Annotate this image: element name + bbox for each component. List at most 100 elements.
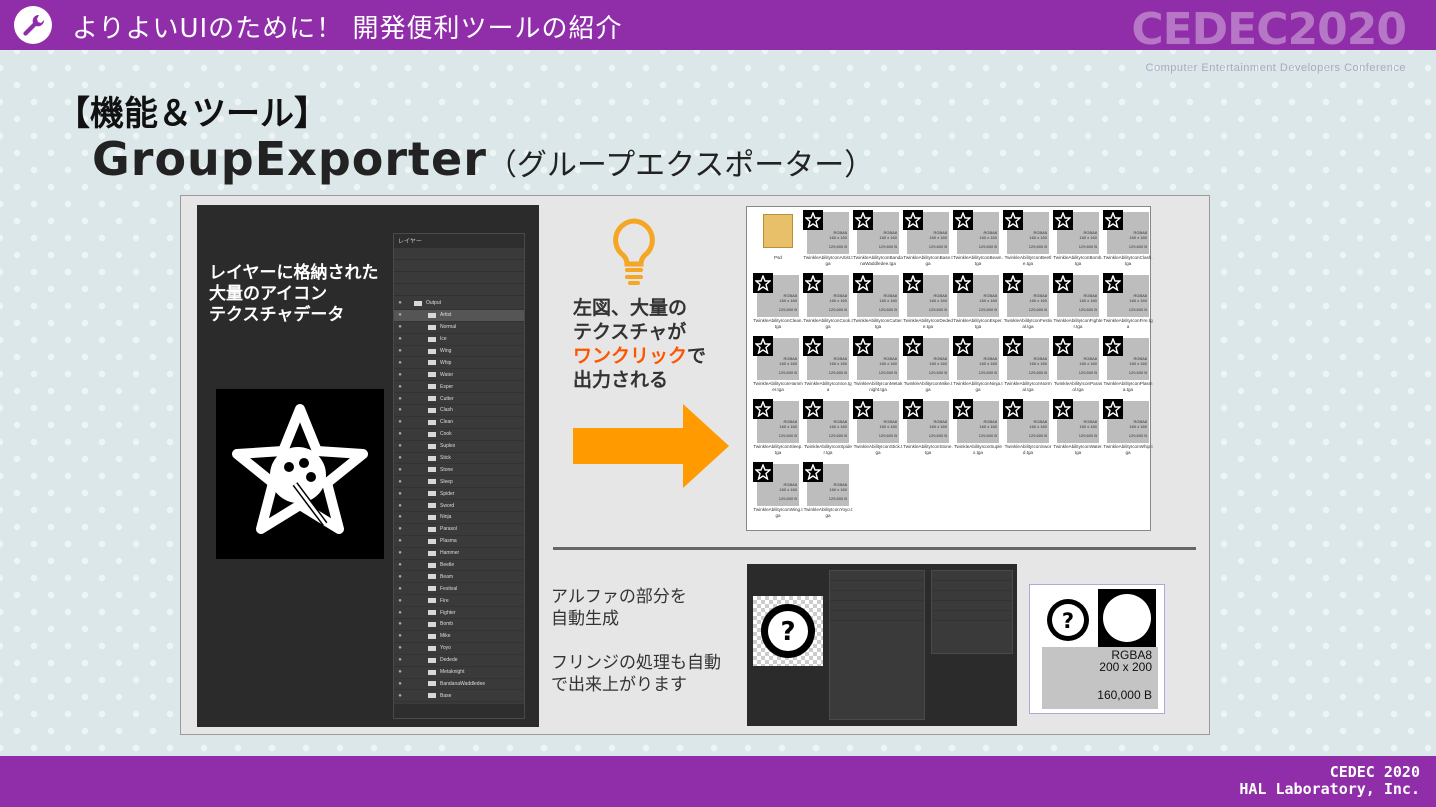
layer-row[interactable]: ● Ninja: [394, 512, 524, 524]
layer-row[interactable]: ● Fire: [394, 595, 524, 608]
layer-row[interactable]: ● BandanaWaddledee: [394, 679, 524, 691]
eye-icon[interactable]: ●: [394, 550, 406, 556]
layer-row[interactable]: ● Spider: [394, 488, 524, 501]
layer-row[interactable]: ● Stone: [394, 464, 524, 477]
layer-row[interactable]: ● Artist: [394, 309, 524, 322]
eye-icon[interactable]: ●: [394, 312, 406, 318]
file-item[interactable]: RGBA8 160 x 160 129,600 B TwinkleAbilityIco…: [753, 462, 803, 524]
file-item[interactable]: RGBA8 160 x 160 129,600 B TwinkleAbilityIco…: [1053, 273, 1103, 335]
eye-icon[interactable]: ●: [394, 610, 406, 616]
layer-row[interactable]: ● Festival: [394, 583, 524, 596]
layer-row[interactable]: ● Cutter: [394, 393, 524, 406]
layers-tab[interactable]: レイヤー: [394, 234, 524, 248]
eye-icon[interactable]: ●: [394, 443, 406, 449]
layer-row[interactable]: ● Fighter: [394, 607, 524, 620]
layer-row-output[interactable]: ● Output: [394, 298, 524, 310]
layer-row[interactable]: ● Sleep: [394, 476, 524, 489]
layer-row[interactable]: ● Clean: [394, 417, 524, 429]
layer-row[interactable]: ● Bomb: [394, 619, 524, 631]
eye-icon[interactable]: ●: [394, 407, 406, 413]
eye-icon[interactable]: ●: [394, 657, 406, 663]
layer-row[interactable]: ● Beam: [394, 571, 524, 584]
file-item[interactable]: RGBA8 160 x 160 129,600 B TwinkleAbilityIco…: [803, 399, 852, 461]
file-item[interactable]: RGBA8 160 x 160 129,600 B TwinkleAbilityIco…: [853, 273, 903, 335]
file-item[interactable]: RGBA8 160 x 160 129,600 B TwinkleAbilityIco…: [903, 399, 953, 461]
file-item[interactable]: RGBA8 160 x 160 129,600 B TwinkleAbilityIco…: [803, 273, 853, 335]
file-item[interactable]: RGBA8 160 x 160 129,600 B TwinkleAbilityIco…: [853, 210, 903, 272]
layer-row[interactable]: ● Dedede: [394, 655, 524, 667]
file-item[interactable]: RGBA8 160 x 160 129,600 B TwinkleAbilityIco…: [953, 336, 1003, 398]
layer-row[interactable]: ● Mike: [394, 631, 524, 643]
layer-row[interactable]: ● Yoyo: [394, 643, 524, 655]
file-item[interactable]: RGBA8 160 x 160 129,600 B TwinkleAbilityIco…: [803, 210, 853, 272]
layer-row[interactable]: ● Parasol: [394, 524, 524, 536]
file-item[interactable]: RGBA8 160 x 160 129,600 B TwinkleAbilityIco…: [1003, 273, 1052, 335]
layer-row[interactable]: ● Hammer: [394, 548, 524, 560]
file-item[interactable]: RGBA8 160 x 160 129,600 B TwinkleAbilityIco…: [1103, 210, 1153, 272]
file-item[interactable]: RGBA8 160 x 160 129,600 B TwinkleAbilityIco…: [803, 462, 852, 524]
file-item[interactable]: RGBA8 160 x 160 129,600 B TwinkleAbilityIco…: [1003, 210, 1051, 272]
file-item[interactable]: RGBA8 160 x 160 129,600 B TwinkleAbilityIco…: [903, 336, 952, 398]
file-item[interactable]: RGBA8 160 x 160 129,600 B TwinkleAbilityIco…: [753, 336, 803, 398]
file-item[interactable]: RGBA8 160 x 160 129,600 B TwinkleAbilityIco…: [1003, 336, 1052, 398]
channels-panel[interactable]: [931, 570, 1013, 654]
file-item[interactable]: RGBA8 160 x 160 129,600 B TwinkleAbilityIco…: [1053, 336, 1102, 398]
file-item[interactable]: RGBA8 160 x 160 129,600 B TwinkleAbilityIco…: [853, 399, 902, 461]
eye-icon[interactable]: ●: [394, 503, 406, 509]
file-item[interactable]: RGBA8 160 x 160 129,600 B TwinkleAbilityIco…: [953, 399, 1002, 461]
folder-item[interactable]: Psd: [753, 210, 799, 272]
eye-icon[interactable]: ●: [394, 479, 406, 485]
eye-icon[interactable]: ●: [394, 431, 406, 437]
eye-icon[interactable]: ●: [394, 348, 406, 354]
layer-row[interactable]: ● Whip: [394, 357, 524, 370]
file-item[interactable]: RGBA8 160 x 160 129,600 B TwinkleAbilityIco…: [953, 210, 1003, 272]
eye-icon[interactable]: ●: [394, 562, 406, 568]
eye-icon[interactable]: ●: [394, 598, 406, 604]
eye-icon[interactable]: ●: [394, 693, 406, 699]
layer-row[interactable]: ● Sword: [394, 500, 524, 513]
layer-row[interactable]: ● Cook: [394, 429, 524, 441]
file-item[interactable]: RGBA8 160 x 160 129,600 B TwinkleAbilityIco…: [753, 399, 803, 461]
layer-row[interactable]: ● Suplex: [394, 441, 524, 453]
eye-icon[interactable]: ●: [394, 467, 406, 473]
file-item[interactable]: RGBA8 160 x 160 129,600 B TwinkleAbilityIco…: [953, 273, 1003, 335]
layer-row[interactable]: ● Water: [394, 369, 524, 382]
eye-icon[interactable]: ●: [394, 633, 406, 639]
eye-icon[interactable]: ●: [394, 491, 406, 497]
layers-panel-small[interactable]: [829, 570, 925, 720]
file-item[interactable]: RGBA8 160 x 160 129,600 B TwinkleAbilityIco…: [1103, 273, 1153, 335]
eye-icon[interactable]: ●: [394, 681, 406, 687]
layer-row[interactable]: ● Base: [394, 690, 524, 703]
file-item[interactable]: RGBA8 160 x 160 129,600 B TwinkleAbilityIco…: [853, 336, 902, 398]
file-item[interactable]: RGBA8 160 x 160 129,600 B TwinkleAbilityIco…: [903, 210, 953, 272]
layer-row[interactable]: ● Ice: [394, 334, 524, 346]
file-item[interactable]: RGBA8 160 x 160 129,600 B TwinkleAbilityIco…: [903, 273, 953, 335]
layer-row[interactable]: ● Plasma: [394, 536, 524, 548]
eye-icon[interactable]: ●: [394, 669, 406, 675]
eye-icon[interactable]: ●: [394, 336, 406, 342]
layer-row[interactable]: ● Metaknight: [394, 667, 524, 679]
eye-icon[interactable]: ●: [394, 300, 406, 306]
eye-icon[interactable]: ●: [394, 586, 406, 592]
layer-row[interactable]: ● Beetle: [394, 560, 524, 572]
eye-icon[interactable]: ●: [394, 419, 406, 425]
eye-icon[interactable]: ●: [394, 538, 406, 544]
eye-icon[interactable]: ●: [394, 621, 406, 627]
file-item[interactable]: RGBA8 160 x 160 129,600 B TwinkleAbilityIco…: [1103, 336, 1153, 398]
eye-icon[interactable]: ●: [394, 645, 406, 651]
layer-row[interactable]: ● Clash: [394, 405, 524, 417]
eye-icon[interactable]: ●: [394, 396, 406, 402]
file-item[interactable]: RGBA8 160 x 160 129,600 B TwinkleAbilityIco…: [803, 336, 852, 398]
layer-row[interactable]: ● Esper: [394, 381, 524, 394]
file-item[interactable]: RGBA8 160 x 160 129,600 B TwinkleAbilityIco…: [1053, 210, 1103, 272]
file-item[interactable]: RGBA8 160 x 160 129,600 B TwinkleAbilityIco…: [1103, 399, 1153, 461]
eye-icon[interactable]: ●: [394, 324, 406, 330]
layer-row[interactable]: ● Wing: [394, 346, 524, 358]
eye-icon[interactable]: ●: [394, 526, 406, 532]
file-item[interactable]: RGBA8 160 x 160 129,600 B TwinkleAbilityIco…: [753, 273, 803, 335]
eye-icon[interactable]: ●: [394, 514, 406, 520]
file-item[interactable]: RGBA8 160 x 160 129,600 B TwinkleAbilityIco…: [1053, 399, 1103, 461]
eye-icon[interactable]: ●: [394, 455, 406, 461]
layer-row[interactable]: ● Normal: [394, 322, 524, 334]
eye-icon[interactable]: ●: [394, 574, 406, 580]
